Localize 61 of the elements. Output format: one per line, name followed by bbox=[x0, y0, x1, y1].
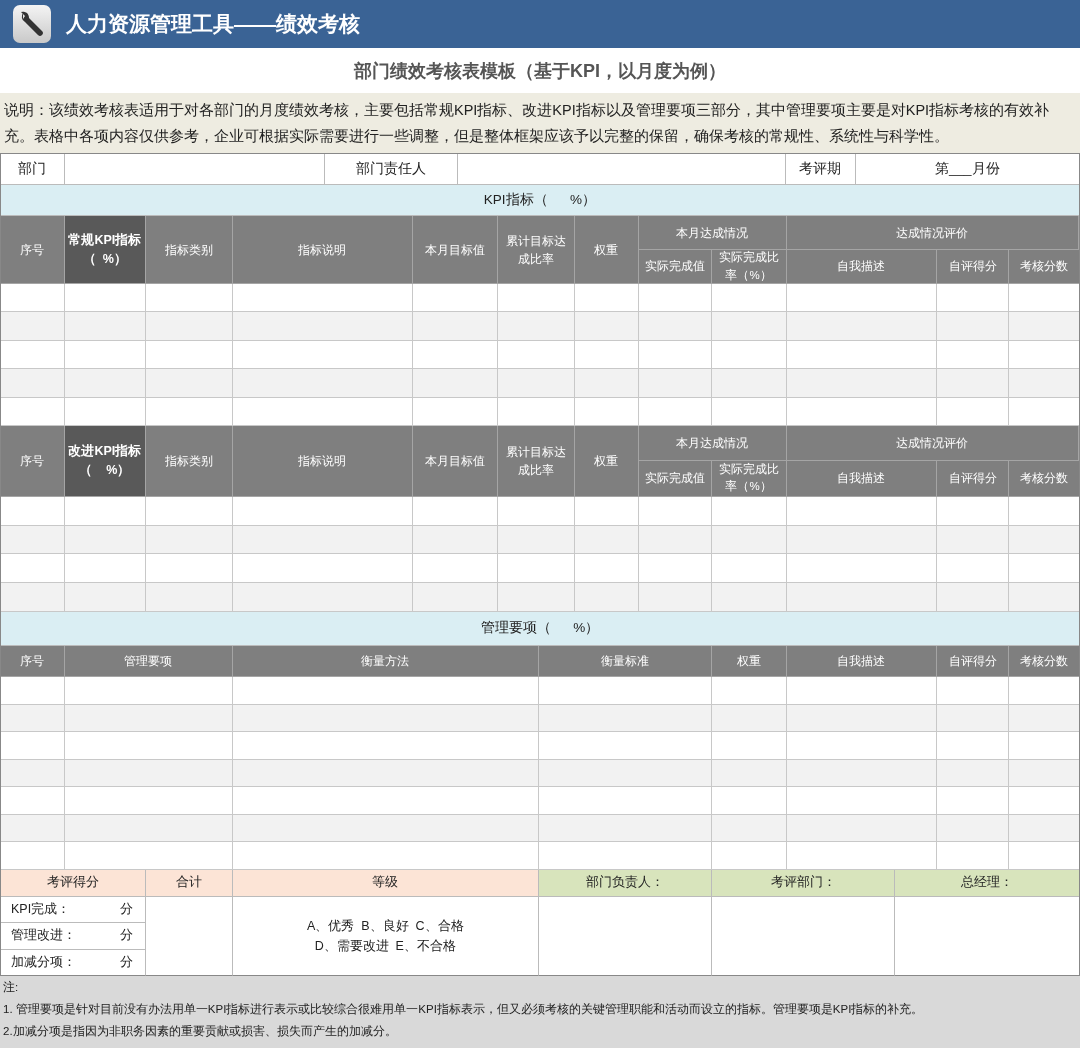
column-header: 指标说明 bbox=[232, 216, 414, 284]
column-group-header: 本月达成情况 bbox=[638, 216, 787, 250]
column-group-header: 达成情况评价 bbox=[786, 425, 1079, 461]
column-header: 累计目标达成比率 bbox=[498, 425, 575, 497]
column-header: 指标类别 bbox=[145, 425, 233, 497]
column-header: 自我描述 bbox=[786, 645, 938, 677]
column-header: 权重 bbox=[574, 216, 639, 284]
field-value: 第___月份 bbox=[935, 160, 1000, 178]
description-text: 说明：该绩效考核表适用于对各部门的月度绩效考核，主要包括常规KPI指标、改进KPI指标以及管理要项三部分，其中管理要项主要是对KPI指标考核的有效补充。表格中各项内容仅供参考，企业可根据实际需要进行一些调整，但是整体框架应该予以完整的保留，确保考核的常规性、系统性与科学性。 bbox=[4, 101, 1051, 146]
column-header: 权重 bbox=[711, 645, 787, 677]
note-text: 1. 管理要项是针对目前没有办法用单一KPI指标进行表示或比较综合很难用单一KPI指标表示，但又必须考核的关键管理职能和活动而设立的指标。管理要项是KPI指标的补充。 bbox=[3, 1001, 925, 1017]
column-header: 指标说明 bbox=[232, 425, 414, 497]
score-unit: 分 bbox=[119, 927, 133, 945]
grade-text: D、需要改进 E、不合格 bbox=[314, 937, 456, 955]
column-header: 累计目标达成比率 bbox=[498, 216, 575, 284]
score-label: 加减分项： bbox=[11, 953, 76, 971]
column-header: 本月目标值 bbox=[413, 425, 499, 497]
summary-header: 考评部门： bbox=[711, 869, 896, 897]
column-header: 自评得分 bbox=[937, 460, 1010, 497]
column-header: 改进KPI指标（ %） bbox=[64, 425, 146, 497]
note-text: 2.加减分项是指因为非职务因素的重要贡献或损害、损失而产生的加减分。 bbox=[3, 1023, 398, 1039]
column-header: 本月目标值 bbox=[413, 216, 499, 284]
notes-heading: 注: bbox=[3, 979, 20, 995]
column-group-header: 本月达成情况 bbox=[638, 425, 787, 461]
column-header: 指标类别 bbox=[145, 216, 233, 284]
app-title: 人力资源管理工具——绩效考核 bbox=[66, 11, 360, 37]
summary-header: 部门负责人： bbox=[539, 869, 712, 897]
field-label: 考评期 bbox=[799, 160, 842, 178]
column-header: 自我描述 bbox=[786, 460, 938, 497]
summary-header: 总经理： bbox=[895, 869, 1079, 897]
column-header: 自评得分 bbox=[937, 645, 1010, 677]
column-group-header: 达成情况评价 bbox=[786, 216, 1079, 250]
column-header: 自我描述 bbox=[786, 250, 938, 284]
summary-header: 等级 bbox=[232, 869, 539, 897]
score-unit: 分 bbox=[119, 953, 133, 971]
score-label: 管理改进： bbox=[11, 927, 76, 945]
column-header: 管理要项 bbox=[64, 645, 233, 677]
column-header: 考核分数 bbox=[1009, 645, 1079, 677]
grade-text: A、优秀 B、良好 C、合格 bbox=[307, 917, 464, 935]
column-header: 衡量标准 bbox=[539, 645, 712, 677]
form-title: 部门绩效考核表模板（基于KPI，以月度为例） bbox=[354, 59, 726, 83]
column-header: 实际完成值 bbox=[638, 250, 712, 284]
column-header: 自评得分 bbox=[937, 250, 1010, 284]
column-header: 衡量方法 bbox=[232, 645, 539, 677]
column-header: 序号 bbox=[1, 216, 65, 284]
field-label: 部门 bbox=[18, 160, 47, 178]
column-header: 实际完成比率（%） bbox=[711, 460, 787, 497]
column-header: 常规KPI指标（ %） bbox=[64, 216, 146, 284]
column-header: 序号 bbox=[1, 645, 65, 677]
wrench-icon bbox=[12, 4, 52, 44]
column-header: 实际完成比率（%） bbox=[711, 250, 787, 284]
score-unit: 分 bbox=[119, 901, 133, 919]
section-title: KPI指标（ %） bbox=[483, 191, 597, 209]
column-header: 权重 bbox=[574, 425, 639, 497]
section-title: 管理要项（ %） bbox=[480, 619, 600, 638]
summary-header: 合计 bbox=[145, 869, 233, 897]
column-header: 序号 bbox=[1, 425, 65, 497]
column-header: 实际完成值 bbox=[638, 460, 712, 497]
summary-header: 考评得分 bbox=[1, 869, 146, 897]
field-label: 部门责任人 bbox=[355, 160, 426, 178]
score-label: KPI完成： bbox=[11, 901, 71, 919]
